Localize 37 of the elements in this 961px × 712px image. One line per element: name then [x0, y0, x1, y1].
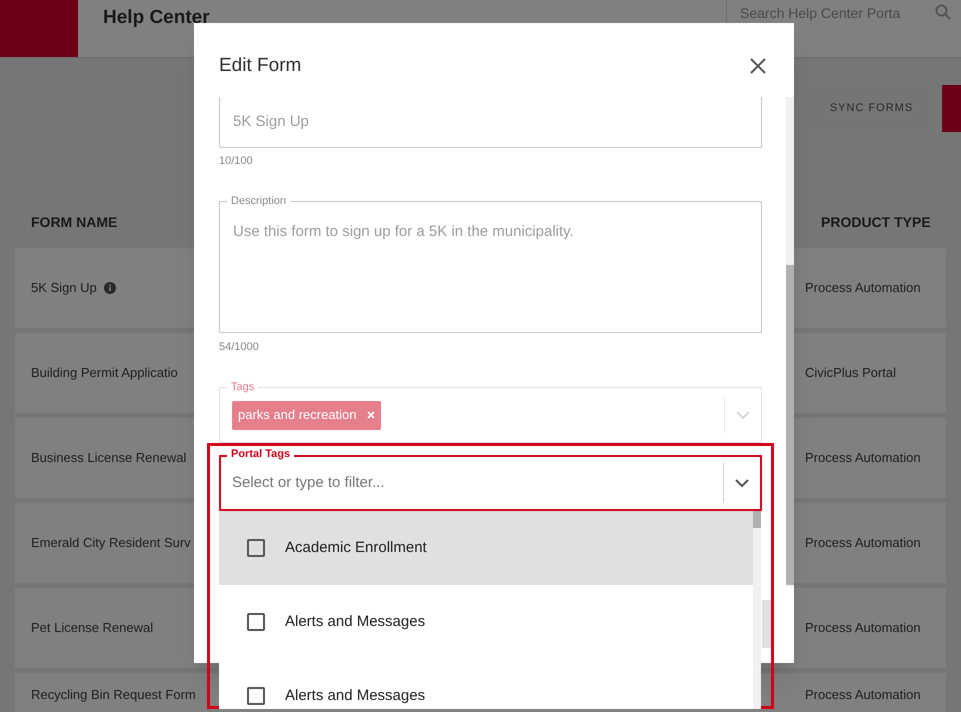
checkbox[interactable] — [247, 539, 265, 557]
scrollbar[interactable] — [753, 511, 761, 709]
text-field[interactable]: 5K Sign Up — [219, 97, 762, 148]
character-counter: 10/100 — [219, 154, 254, 167]
table-cell-text: Pet License Renewal — [31, 619, 154, 638]
table-cell-text: Building Permit Applicatio — [31, 364, 178, 382]
field-label: Tags — [227, 380, 258, 394]
scrollbar[interactable] — [786, 97, 794, 587]
table-cell-text: Recycling Bin Request Form — [31, 686, 196, 704]
column-header: PRODUCT TYPE — [821, 213, 931, 232]
table-cell-text: Process Automation — [805, 449, 921, 468]
filter-input[interactable]: Select or type to filter... — [232, 472, 723, 494]
table-cell-text: CivicPlus Portal — [805, 364, 896, 382]
remove-icon[interactable] — [366, 411, 375, 419]
character-counter: 54/1000 — [219, 340, 260, 353]
table-cell-text: Process Automation — [805, 619, 921, 638]
field-value: Use this form to sign up for a 5K in the municipality. — [233, 223, 574, 240]
dropdown-option[interactable]: Academic Enrollment — [219, 511, 753, 585]
checkbox[interactable] — [247, 687, 265, 705]
table-cell-text: Process Automation — [805, 534, 921, 552]
chip-label: parks and recreation — [238, 406, 357, 424]
chevron-icon[interactable] — [735, 478, 749, 488]
option-label: Alerts and Messages — [285, 686, 426, 706]
table-cell-text: Process Automation — [805, 279, 921, 298]
option-label: Alerts and Messages — [285, 612, 426, 632]
option-label: Academic Enrollment — [285, 538, 427, 558]
table-cell-text: Emerald City Resident Surv — [31, 534, 191, 552]
close-icon[interactable] — [750, 58, 766, 74]
field-label: Portal Tags — [227, 447, 294, 461]
table-cell-text: Business License Renewal — [31, 449, 186, 468]
table-cell-text: 5K Sign Up — [31, 279, 97, 298]
modal-title: Edit Form — [219, 54, 302, 78]
column-header: FORM NAME — [31, 213, 118, 232]
field-label: Description — [227, 194, 290, 208]
table-cell-text: Process Automation — [805, 686, 921, 704]
checkbox[interactable] — [247, 613, 265, 631]
page-title: Help Center — [103, 6, 210, 30]
